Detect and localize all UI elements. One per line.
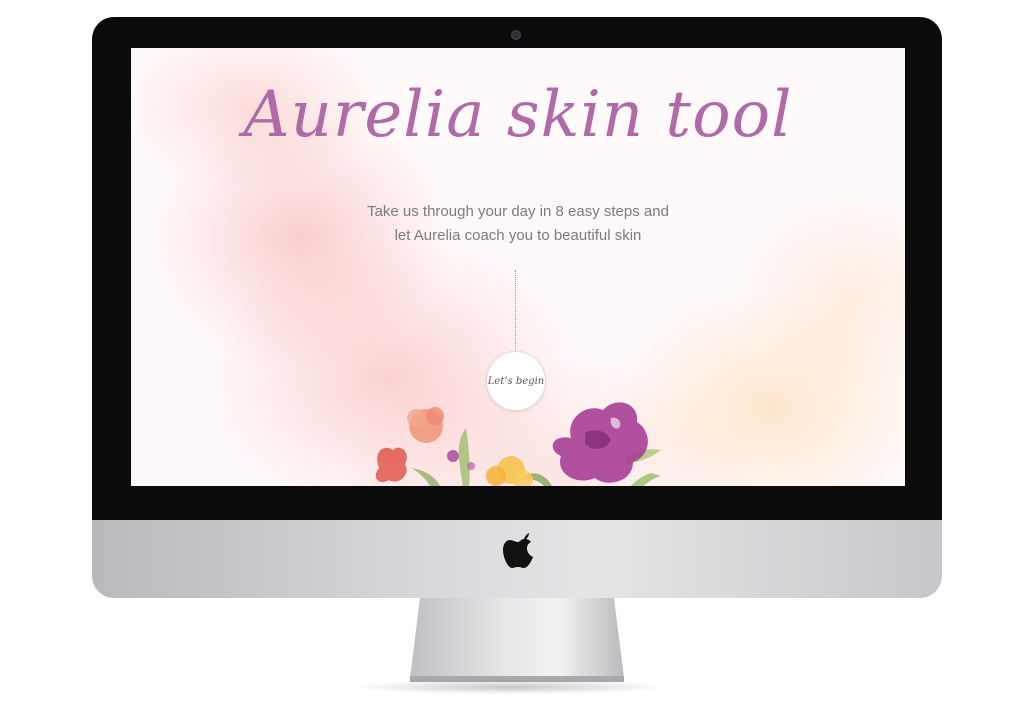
stand-shadow (360, 680, 660, 694)
watercolor-flowers-icon (375, 402, 661, 486)
intro-line-2: let Aurelia coach you to beautiful skin (394, 227, 642, 244)
monitor-stand (410, 598, 624, 682)
screen: Aurelia skin tool Take us through your d… (131, 48, 905, 486)
device-mockup: Aurelia skin tool Take us through your d… (0, 0, 1024, 722)
dotted-connector (515, 270, 516, 350)
intro-text: Take us through your day in 8 easy steps… (318, 200, 718, 248)
intro-line-1: Take us through your day in 8 easy steps… (367, 203, 669, 220)
page-title: Aurelia skin tool (243, 78, 793, 152)
camera-icon (511, 30, 521, 40)
apple-logo-icon (503, 533, 533, 568)
